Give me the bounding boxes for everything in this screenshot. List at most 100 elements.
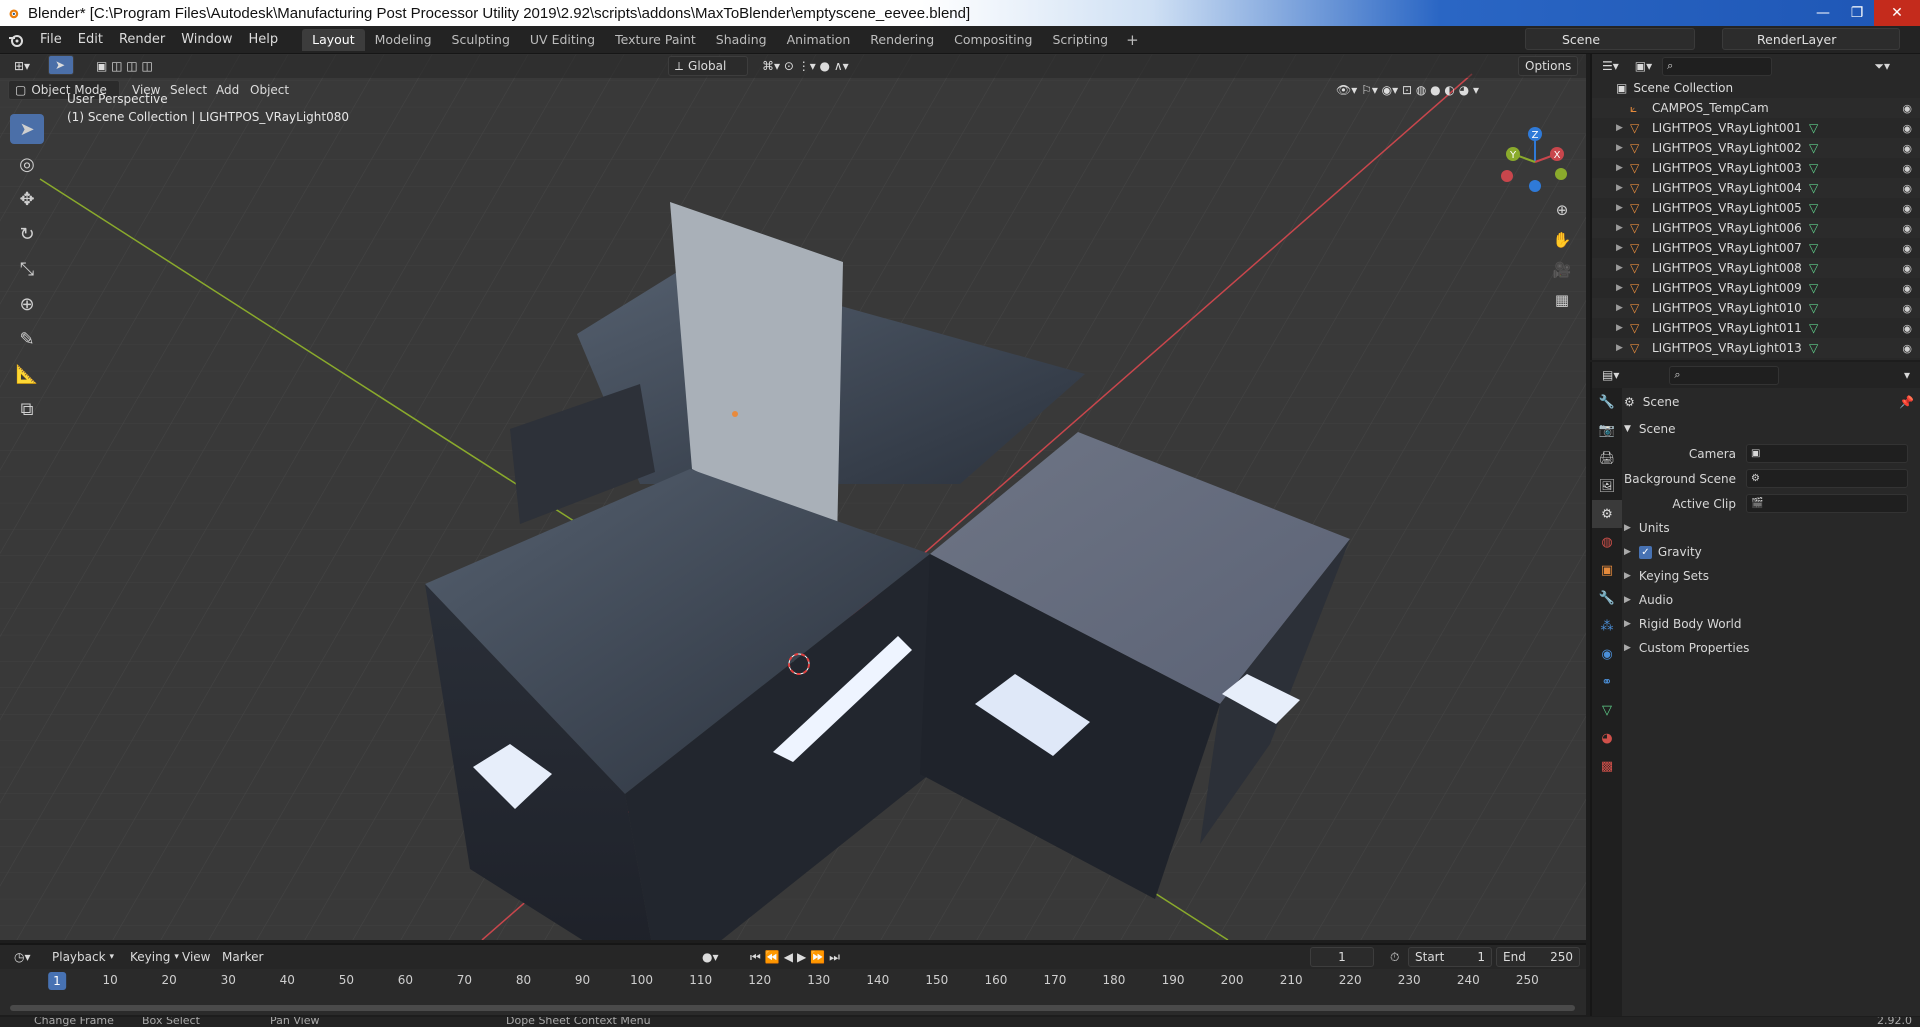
visibility-eye-icon[interactable]: ◉ bbox=[1902, 162, 1912, 175]
render-tab-icon[interactable]: 📷 bbox=[1592, 416, 1622, 444]
expand-arrow-icon[interactable]: ▶ bbox=[1616, 123, 1630, 133]
outliner-item[interactable]: ▶ ▽ LIGHTPOS_VRayLight002 ▽ ◉ bbox=[1592, 138, 1920, 158]
tab-uv-editing[interactable]: UV Editing bbox=[520, 29, 605, 51]
outliner-editor-icon[interactable]: ☰▾ bbox=[1602, 59, 1619, 73]
subpanel-header[interactable]: ▶ Custom Properties bbox=[1624, 636, 1920, 660]
start-frame-field[interactable]: Start 1 bbox=[1408, 947, 1492, 967]
current-frame-field[interactable]: 1 bbox=[1310, 947, 1374, 967]
menu-window[interactable]: Window bbox=[173, 32, 240, 47]
outliner-item[interactable]: ▶ ▽ LIGHTPOS_VRayLight010 ▽ ◉ bbox=[1592, 298, 1920, 318]
particles-tab-icon[interactable]: ⁂ bbox=[1592, 612, 1622, 640]
output-tab-icon[interactable]: 🖨 bbox=[1592, 444, 1622, 472]
visibility-eye-icon[interactable]: ◉ bbox=[1902, 342, 1912, 355]
transform-orientation-dropdown[interactable]: ⟂ Global bbox=[668, 56, 748, 76]
playback-menu[interactable]: Playback ▾ bbox=[46, 947, 120, 967]
mesh-data-icon[interactable]: ▽ bbox=[1809, 301, 1818, 315]
viewport-shading-icons[interactable]: 👁▾ ⚐▾ ◉▾ ⊡ ◍ ● ◐ ◕ ▾ bbox=[1330, 80, 1485, 100]
expand-arrow-icon[interactable]: ▶ bbox=[1616, 263, 1630, 273]
minimize-button[interactable]: — bbox=[1806, 0, 1840, 26]
timeline-view-menu[interactable]: View bbox=[176, 947, 216, 967]
tab-texture-paint[interactable]: Texture Paint bbox=[605, 29, 706, 51]
panel-options-icon[interactable]: ▾ bbox=[1904, 368, 1910, 382]
mesh-data-icon[interactable]: ▽ bbox=[1809, 341, 1818, 355]
outliner-item[interactable]: ▶ ▽ LIGHTPOS_VRayLight013 ▽ ◉ bbox=[1592, 338, 1920, 358]
marker-menu[interactable]: Marker bbox=[216, 947, 269, 967]
outliner-item[interactable]: ⟀ CAMPOS_TempCam ◉ bbox=[1592, 98, 1920, 118]
mesh-data-icon[interactable]: ▽ bbox=[1809, 181, 1818, 195]
cursor-tool-icon[interactable]: ◎ bbox=[10, 149, 44, 179]
visibility-eye-icon[interactable]: ◉ bbox=[1902, 242, 1912, 255]
camera-field[interactable]: ▣ bbox=[1746, 444, 1908, 463]
expand-arrow-icon[interactable]: ▶ bbox=[1616, 143, 1630, 153]
mesh-data-icon[interactable]: ▽ bbox=[1809, 161, 1818, 175]
expand-arrow-icon[interactable]: ▶ bbox=[1616, 163, 1630, 173]
subpanel-header[interactable]: ▶ Keying Sets bbox=[1624, 564, 1920, 588]
visibility-eye-icon[interactable]: ◉ bbox=[1902, 182, 1912, 195]
add-cube-tool-icon[interactable]: ⧉ bbox=[10, 394, 44, 424]
blender-menu-icon[interactable] bbox=[8, 32, 24, 48]
tab-sculpting[interactable]: Sculpting bbox=[442, 29, 520, 51]
playback-controls[interactable]: ⏮⏪◀▶⏩⏭ bbox=[744, 947, 850, 967]
outliner-item[interactable]: ▶ ▽ LIGHTPOS_VRayLight001 ▽ ◉ bbox=[1592, 118, 1920, 138]
record-button[interactable]: ●▾ bbox=[696, 947, 725, 967]
pan-hand-icon[interactable]: ✋ bbox=[1548, 226, 1576, 254]
pivot-snap-icons[interactable]: ⌘▾ ⊙ ⋮▾ ● ∧▾ bbox=[756, 56, 855, 76]
menu-help[interactable]: Help bbox=[241, 32, 287, 47]
selection-mode-icons[interactable]: ▣ ◫ ◫ ◫ bbox=[90, 56, 159, 76]
preview-range-icon[interactable]: ⏱ bbox=[1384, 947, 1405, 967]
outliner-item[interactable]: ▶ ▽ LIGHTPOS_VRayLight011 ▽ ◉ bbox=[1592, 318, 1920, 338]
visibility-eye-icon[interactable]: ◉ bbox=[1902, 202, 1912, 215]
view-layer-tab-icon[interactable]: 🖼 bbox=[1592, 472, 1622, 500]
menu-edit[interactable]: Edit bbox=[70, 32, 111, 47]
physics-tab-icon[interactable]: ◉ bbox=[1592, 640, 1622, 668]
data-tab-icon[interactable]: ▽ bbox=[1592, 696, 1622, 724]
3d-viewport[interactable]: ⊞▾ ➤ ▣ ◫ ◫ ◫ ⟂ Global ⌘▾ ⊙ ⋮▾ ● ∧▾ Optio… bbox=[0, 54, 1586, 940]
object-tab-icon[interactable]: ▣ bbox=[1592, 556, 1622, 584]
active-clip-field[interactable]: 🎬 bbox=[1746, 494, 1908, 513]
expand-arrow-icon[interactable]: ▶ bbox=[1616, 343, 1630, 353]
visibility-eye-icon[interactable]: ◉ bbox=[1902, 122, 1912, 135]
mesh-data-icon[interactable]: ▽ bbox=[1809, 121, 1818, 135]
mesh-data-icon[interactable]: ▽ bbox=[1809, 321, 1818, 335]
expand-arrow-icon[interactable]: ▶ bbox=[1616, 303, 1630, 313]
texture-tab-icon[interactable]: ▩ bbox=[1592, 752, 1622, 780]
visibility-eye-icon[interactable]: ◉ bbox=[1902, 302, 1912, 315]
visibility-eye-icon[interactable]: ◉ bbox=[1902, 222, 1912, 235]
transform-tool-icon[interactable]: ⊕ bbox=[10, 289, 44, 319]
mesh-data-icon[interactable]: ▽ bbox=[1809, 201, 1818, 215]
rotate-tool-icon[interactable]: ↻ bbox=[10, 219, 44, 249]
menu-render[interactable]: Render bbox=[111, 32, 173, 47]
camera-view-icon[interactable]: 🎥 bbox=[1548, 256, 1576, 284]
outliner-display-mode-icon[interactable]: ▣▾ bbox=[1635, 59, 1652, 73]
outliner-item[interactable]: ▶ ▽ LIGHTPOS_VRayLight004 ▽ ◉ bbox=[1592, 178, 1920, 198]
tool-tab-icon[interactable]: 🔧 bbox=[1592, 388, 1622, 416]
subpanel-header[interactable]: ▶ ✓ Gravity bbox=[1624, 540, 1920, 564]
timeline-scrollbar[interactable] bbox=[10, 1005, 1575, 1011]
perspective-grid-icon[interactable]: ▦ bbox=[1548, 286, 1576, 314]
mesh-data-icon[interactable]: ▽ bbox=[1809, 261, 1818, 275]
properties-search-input[interactable]: ⌕ bbox=[1669, 365, 1780, 385]
mesh-data-icon[interactable]: ▽ bbox=[1809, 281, 1818, 295]
background-scene-field[interactable]: ⚙ bbox=[1746, 469, 1908, 488]
end-frame-field[interactable]: End 250 bbox=[1496, 947, 1580, 967]
expand-arrow-icon[interactable]: ▶ bbox=[1616, 183, 1630, 193]
modifier-tab-icon[interactable]: 🔧 bbox=[1592, 584, 1622, 612]
gravity-checkbox[interactable]: ✓ bbox=[1638, 545, 1652, 559]
expand-arrow-icon[interactable]: ▶ bbox=[1616, 243, 1630, 253]
outliner-item[interactable]: ▶ ▽ LIGHTPOS_VRayLight008 ▽ ◉ bbox=[1592, 258, 1920, 278]
tab-shading[interactable]: Shading bbox=[706, 29, 777, 51]
annotate-tool-icon[interactable]: ✎ bbox=[10, 324, 44, 354]
mesh-data-icon[interactable]: ▽ bbox=[1809, 221, 1818, 235]
navigation-gizmo[interactable]: Z X Y bbox=[1495, 122, 1575, 202]
scale-tool-icon[interactable]: ⤡ bbox=[10, 254, 44, 284]
visibility-eye-icon[interactable]: ◉ bbox=[1902, 262, 1912, 275]
scene-panel-header[interactable]: ▼ Scene bbox=[1624, 416, 1920, 441]
tab-modeling[interactable]: Modeling bbox=[365, 29, 442, 51]
move-tool-icon[interactable]: ✥ bbox=[10, 184, 44, 214]
tab-scripting[interactable]: Scripting bbox=[1043, 29, 1119, 51]
visibility-eye-icon[interactable]: ◉ bbox=[1902, 322, 1912, 335]
add-workspace-button[interactable]: + bbox=[1118, 29, 1147, 51]
material-tab-icon[interactable]: ◕ bbox=[1592, 724, 1622, 752]
visibility-eye-icon[interactable]: ◉ bbox=[1902, 142, 1912, 155]
maximize-button[interactable]: ❐ bbox=[1840, 0, 1874, 26]
